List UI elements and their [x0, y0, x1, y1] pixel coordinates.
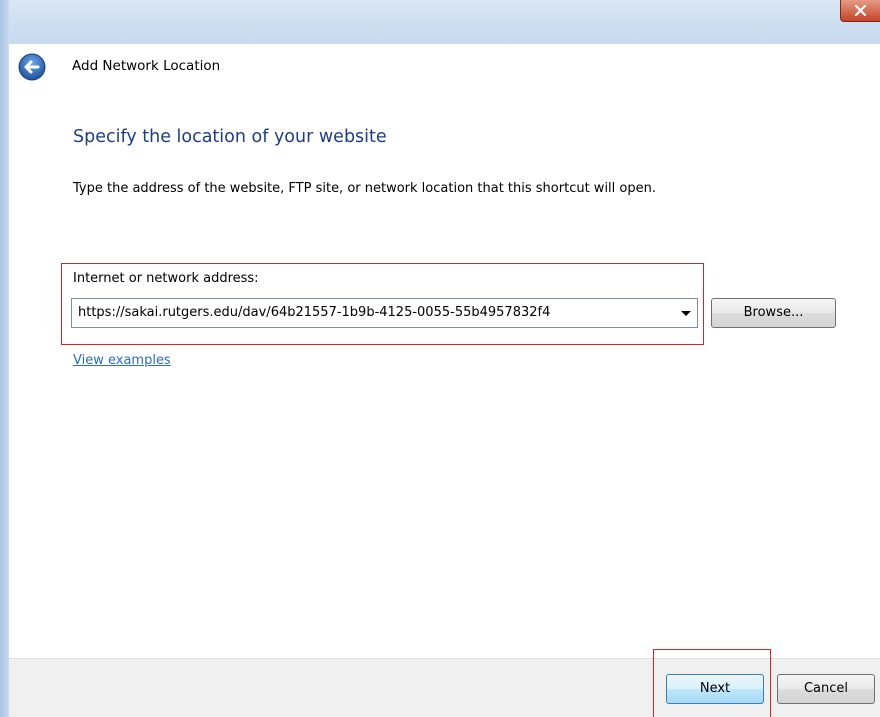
close-button[interactable] [840, 0, 880, 22]
address-combobox[interactable]: https://sakai.rutgers.edu/dav/64b21557-1… [71, 298, 698, 328]
close-icon [854, 5, 867, 16]
address-input[interactable]: https://sakai.rutgers.edu/dav/64b21557-1… [78, 305, 550, 320]
back-button[interactable] [18, 53, 46, 81]
page-title: Specify the location of your website [73, 127, 387, 147]
cancel-button[interactable]: Cancel [777, 674, 875, 704]
back-arrow-icon [18, 53, 46, 81]
window-title: Add Network Location [72, 58, 221, 74]
wizard-header: Add Network Location [9, 44, 880, 96]
address-label: Internet or network address: [73, 271, 259, 286]
chevron-down-icon[interactable] [681, 311, 691, 316]
view-examples-link[interactable]: View examples [73, 353, 171, 368]
title-bar [0, 0, 880, 44]
next-button[interactable]: Next [666, 674, 764, 704]
window-frame-left [0, 0, 9, 717]
instructions-text: Type the address of the website, FTP sit… [73, 181, 656, 196]
browse-button[interactable]: Browse... [711, 298, 836, 328]
